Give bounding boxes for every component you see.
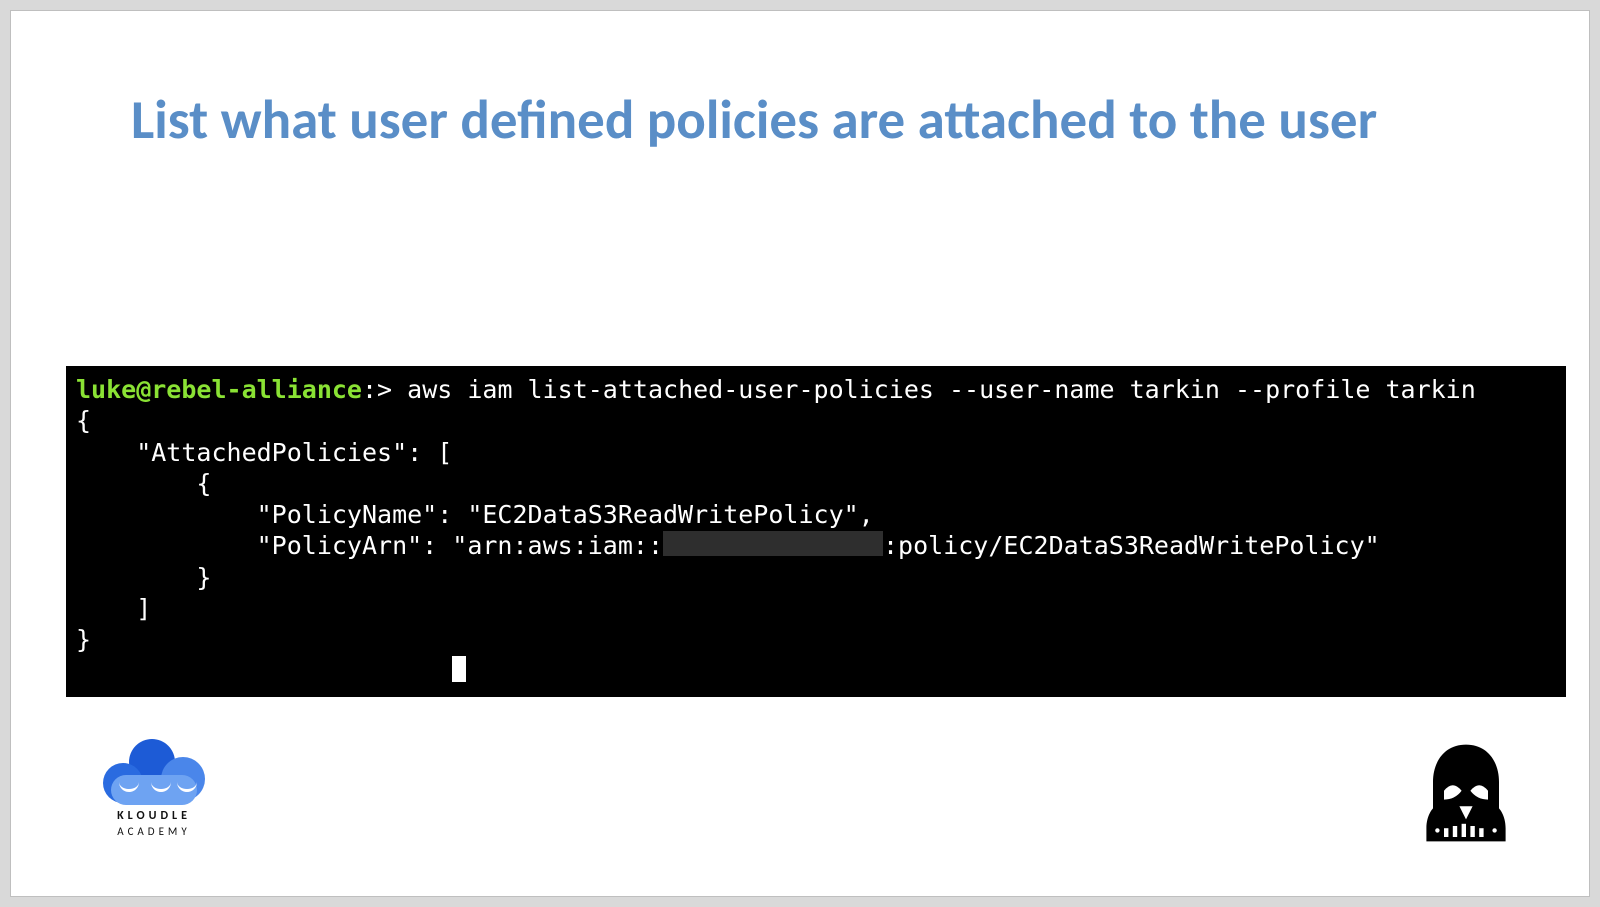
kloudle-cloud-icon: [99, 737, 209, 797]
kloudle-academy-logo: KLOUDLE ACADEMY: [79, 737, 229, 838]
logo-text-line1: KLOUDLE: [79, 809, 229, 823]
terminal-output-line: "PolicyName": "EC2DataS3ReadWritePolicy"…: [76, 500, 874, 529]
terminal-output-line: }: [76, 563, 211, 592]
terminal-output-line: {: [76, 469, 211, 498]
terminal-output-line: ]: [76, 594, 151, 623]
terminal-prompt-user: luke@rebel-alliance: [76, 375, 362, 404]
slide-container: List what user defined policies are atta…: [0, 0, 1600, 907]
terminal-command: aws iam list-attached-user-policies --us…: [392, 375, 1476, 404]
darth-vader-icon: [1411, 738, 1521, 848]
terminal-output-line: {: [76, 406, 91, 435]
terminal-output-line: "PolicyArn": "arn:aws:iam::: [76, 531, 663, 560]
terminal-screenshot: luke@rebel-alliance:> aws iam list-attac…: [66, 366, 1566, 697]
terminal-cursor: [452, 656, 466, 682]
logo-text-line2: ACADEMY: [79, 825, 229, 838]
slide: List what user defined policies are atta…: [10, 10, 1590, 897]
terminal-output-line: }: [76, 625, 91, 654]
terminal-prompt-sep: :>: [362, 375, 392, 404]
terminal-output-line: :policy/EC2DataS3ReadWritePolicy": [883, 531, 1380, 560]
slide-title: List what user defined policies are atta…: [131, 86, 1489, 155]
terminal-output-line: "AttachedPolicies": [: [76, 438, 452, 467]
redacted-account-id: [663, 531, 883, 556]
